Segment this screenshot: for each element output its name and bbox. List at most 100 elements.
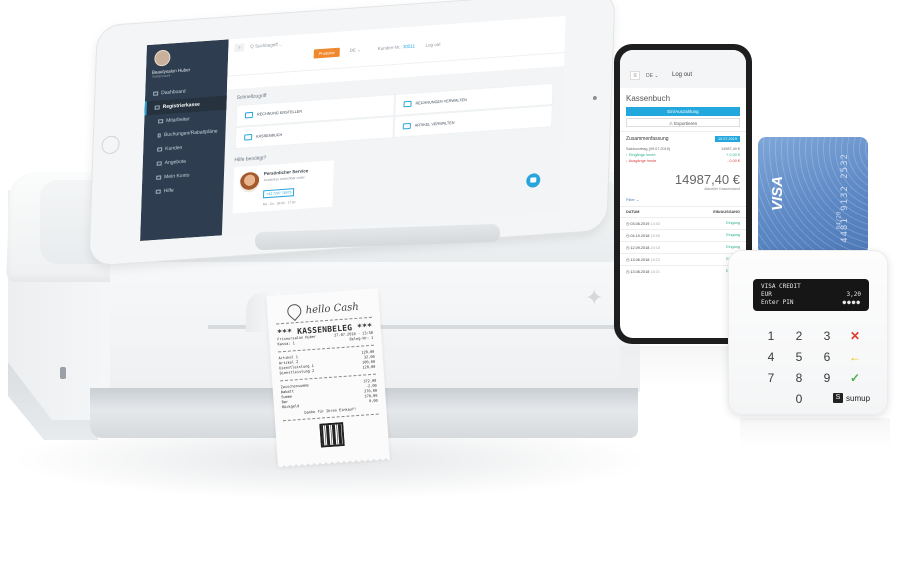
export-button[interactable]: ⚠ Exportieren bbox=[626, 118, 740, 127]
logout-link[interactable]: Log out bbox=[672, 72, 692, 78]
menu-icon[interactable]: ≡ bbox=[234, 43, 245, 53]
row-type: Eingang bbox=[726, 245, 740, 249]
column-header[interactable]: EIN/AUSGANG bbox=[713, 210, 740, 214]
help-icon bbox=[155, 189, 161, 194]
date-badge: 10.07.2019 bbox=[714, 136, 740, 142]
key-2[interactable]: 2 bbox=[785, 329, 813, 344]
card-reader: VISA CREDIT EUR 3,20 Enter PIN ●●●● 1 2 3 … bbox=[728, 250, 888, 415]
filter-dropdown[interactable]: Filter ⌄ bbox=[620, 191, 746, 206]
sidebar-item-label: Mitarbeiter bbox=[166, 116, 190, 124]
page-title: Kassenbuch bbox=[626, 94, 671, 103]
key-0[interactable]: 0 bbox=[785, 392, 813, 407]
sidebar-item-label: Kunden bbox=[165, 144, 183, 153]
edit-icon bbox=[402, 122, 411, 130]
produkte-button[interactable]: Produkte bbox=[313, 47, 340, 59]
product-scene: ✦ Beautysalon Huber Testaccount Dashboar… bbox=[0, 0, 900, 585]
service-subtitle: Kostenlos erreichbar unter: bbox=[263, 175, 306, 183]
table-row[interactable]: ◷ 04.10.2018 15:05 Eingang bbox=[620, 229, 746, 241]
pin-mask: ●●●● bbox=[842, 299, 861, 306]
customers-icon bbox=[157, 147, 163, 152]
key-3[interactable]: 3 bbox=[813, 329, 841, 344]
logout-link[interactable]: Log out bbox=[425, 42, 440, 48]
key-4[interactable]: 4 bbox=[757, 350, 785, 365]
search-input[interactable]: Q Suchbegriff ... bbox=[250, 42, 283, 49]
quick-label: RECHNUNG ERSTELLEN bbox=[256, 109, 303, 117]
cash-icon bbox=[244, 133, 253, 141]
card-expiry: 04/20 bbox=[835, 211, 843, 230]
menu-icon[interactable]: ≡ bbox=[630, 71, 640, 80]
date: 04.10.2018 bbox=[630, 234, 650, 238]
sidebar-item-label: Registrierkasse bbox=[162, 101, 200, 111]
service-hours: Mo - Do 08:00 - 17:00 bbox=[263, 199, 308, 206]
key-8[interactable]: 8 bbox=[785, 371, 813, 386]
service-phone-button[interactable]: +43 7207 76975 bbox=[262, 188, 295, 199]
sidebar-item-label: Mein Konto bbox=[164, 172, 190, 181]
language-select[interactable]: DE ⌄ bbox=[350, 47, 361, 54]
main-area: ≡ Q Suchbegriff ... Produkte DE ⌄ Kunden… bbox=[222, 15, 566, 236]
receipt-brand: hello Cash bbox=[305, 301, 360, 316]
deposit-withdrawal-button[interactable]: Ein/Auszahlung bbox=[626, 107, 740, 116]
table-row[interactable]: ◷ 03.06.2019 13:53 Eingang bbox=[620, 217, 746, 229]
time: 18:23 bbox=[650, 258, 660, 262]
column-header[interactable]: DATUM bbox=[626, 210, 639, 214]
table-row[interactable]: ◷ 12.09.2018 20:18 Eingang bbox=[620, 241, 746, 253]
balance: 14987,40 € bbox=[674, 172, 740, 187]
total-value: 0,00 bbox=[368, 398, 378, 404]
content: Schnellzugriff RECHNUNG ERSTELLEN RECHNU… bbox=[222, 66, 564, 235]
key-5[interactable]: 5 bbox=[785, 350, 813, 365]
sumup-icon: S bbox=[833, 393, 843, 403]
receipt: hello Cash *** KASSENBELEG *** Friseursa… bbox=[266, 288, 390, 466]
location-pin-icon bbox=[284, 301, 305, 322]
summary-label: ↓ Ausgänge heute bbox=[626, 159, 657, 163]
language-select[interactable]: DE ⌄ bbox=[646, 73, 659, 79]
date: 12.09.2018 bbox=[630, 246, 650, 250]
back-key-icon[interactable]: ← bbox=[841, 350, 869, 365]
row-date: ◷ 03.06.2019 13:53 bbox=[626, 222, 660, 226]
display-line-3: Enter PIN ●●●● bbox=[761, 299, 861, 307]
visa-logo: VISA bbox=[769, 175, 787, 212]
key-6[interactable]: 6 bbox=[813, 350, 841, 365]
quick-label: ARTIKEL VERWALTEN bbox=[414, 120, 455, 128]
key-7[interactable]: 7 bbox=[757, 371, 785, 386]
row-date: ◷ 13.06.2018 18:21 bbox=[626, 270, 660, 274]
dashboard-icon bbox=[153, 91, 159, 96]
avatar[interactable] bbox=[154, 49, 171, 67]
key-1[interactable]: 1 bbox=[757, 329, 785, 344]
receipt-text: Kassa: 1 bbox=[277, 341, 296, 347]
hours-time: 08:00 - 17:00 bbox=[276, 200, 296, 206]
time: 18:21 bbox=[650, 270, 660, 274]
cancel-key-icon[interactable]: ✕ bbox=[841, 329, 869, 344]
summary-heading: Zusammenfassung bbox=[626, 136, 669, 142]
quick-label: KASSENBUCH bbox=[256, 132, 283, 139]
receipt-logo: hello Cash bbox=[275, 299, 372, 322]
service-photo bbox=[239, 171, 260, 194]
row-type: Eingang bbox=[726, 233, 740, 237]
booking-icon bbox=[157, 133, 162, 138]
key-9[interactable]: 9 bbox=[813, 371, 841, 386]
row-date: ◷ 12.09.2018 20:18 bbox=[626, 246, 660, 250]
sumup-logo: S sumup bbox=[833, 393, 870, 403]
invoice-icon bbox=[403, 100, 412, 108]
time: 13:53 bbox=[650, 222, 660, 226]
time: 15:05 bbox=[650, 234, 660, 238]
home-button[interactable] bbox=[101, 135, 120, 155]
credit-card: VISA 4481 9132 2532 04/20 bbox=[758, 137, 868, 255]
date: 13.06.2018 bbox=[630, 270, 650, 274]
reader-reflection bbox=[740, 418, 890, 448]
customer-number-value: 30511 bbox=[402, 43, 416, 50]
item-price: 120,00 bbox=[362, 364, 376, 370]
chat-button[interactable] bbox=[526, 172, 541, 189]
service-card: Persönlicher Service Kostenlos erreichba… bbox=[232, 160, 334, 214]
sidebar-item-label: Hilfe bbox=[163, 187, 174, 195]
quick-label: RECHNUNGEN VERWALTEN bbox=[415, 97, 467, 106]
staff-icon bbox=[158, 119, 164, 124]
row-type: Eingang bbox=[726, 221, 740, 225]
row-date: ◷ 13.06.2018 18:23 bbox=[626, 258, 660, 262]
summary-value: - 0,00 € bbox=[727, 159, 740, 163]
display-line-2: EUR 3,20 bbox=[761, 291, 861, 299]
sidebar-item-label: Angebote bbox=[164, 158, 187, 167]
hours-days: Mo - Do bbox=[262, 201, 275, 207]
confirm-key-icon[interactable]: ✓ bbox=[841, 371, 869, 386]
reader-display: VISA CREDIT EUR 3,20 Enter PIN ●●●● bbox=[753, 279, 869, 311]
phone-reflection bbox=[620, 346, 740, 386]
